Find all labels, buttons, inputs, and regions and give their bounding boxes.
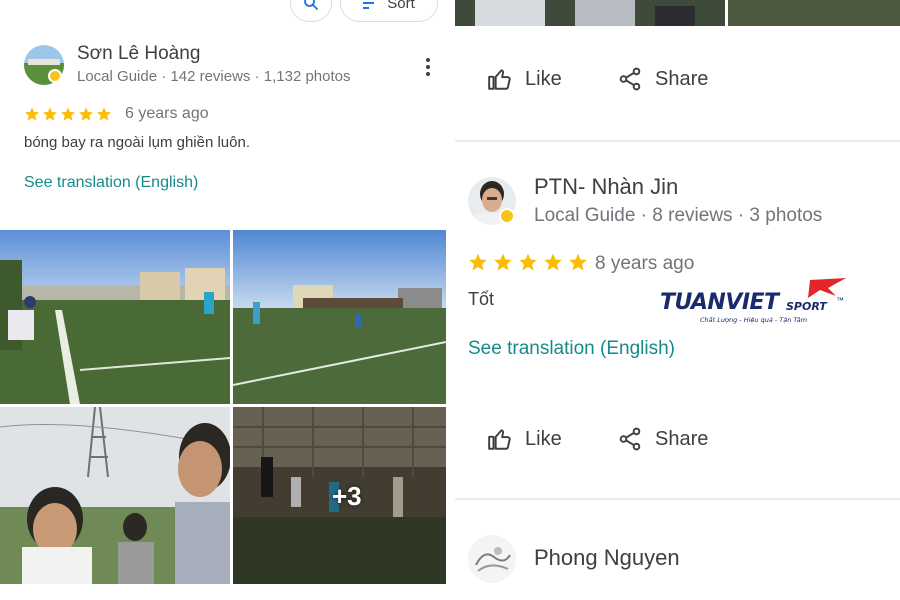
reviewer-name[interactable]: Phong Nguyen	[534, 545, 680, 571]
star-icon	[494, 253, 512, 271]
brand-watermark-logo: TUANVIET SPORT ™ Chất Lượng - Hiệu quả -…	[660, 278, 850, 328]
reviewer-name[interactable]: Sơn Lê Hoàng	[77, 43, 200, 65]
brand-sub: SPORT	[786, 300, 827, 313]
share-button[interactable]: Share	[617, 426, 708, 452]
thumbs-up-icon	[488, 69, 511, 90]
local-guide-badge	[499, 208, 515, 224]
review-divider	[455, 498, 900, 500]
reviewer-meta: Local Guide · 8 reviews · 3 photos	[534, 205, 823, 226]
star-icon	[569, 253, 587, 271]
thumbs-up-icon	[488, 429, 511, 450]
review-text: Tốt	[468, 289, 495, 309]
star-rating	[24, 106, 112, 122]
review-photo[interactable]	[0, 407, 230, 584]
share-button[interactable]: Share	[617, 66, 708, 92]
star-icon	[519, 253, 537, 271]
star-icon	[97, 107, 111, 121]
local-guide-badge	[48, 69, 62, 83]
more-photos-count[interactable]: +3	[332, 481, 362, 512]
reviewer-name[interactable]: PTN- Nhàn Jin	[534, 174, 678, 200]
sort-button[interactable]: Sort	[340, 0, 438, 22]
review-photo[interactable]	[0, 230, 230, 404]
share-label: Share	[655, 67, 709, 90]
brand-tagline: Chất Lượng - Hiệu quả - Tận Tâm	[700, 316, 808, 324]
sort-icon	[363, 2, 375, 9]
brand-tm: ™	[836, 296, 844, 305]
brand-name: TUANVIET	[660, 290, 779, 315]
review-photo[interactable]	[728, 0, 900, 26]
share-icon	[619, 67, 641, 91]
review-photo[interactable]	[455, 0, 725, 26]
sort-label: Sort	[387, 0, 415, 12]
star-icon	[43, 107, 57, 121]
star-icon	[61, 107, 75, 121]
panel-gutter	[446, 0, 455, 600]
left-review-panel: Sort Sơn Lê Hoàng Local Guide · 142 revi…	[0, 0, 446, 600]
more-options-icon[interactable]	[420, 56, 436, 78]
search-reviews-button[interactable]	[290, 0, 332, 22]
like-label: Like	[525, 67, 562, 90]
like-label: Like	[525, 427, 562, 450]
review-date: 8 years ago	[595, 253, 695, 274]
review-date: 6 years ago	[125, 105, 209, 122]
review-text: bóng bay ra ngoài lụm ghiền luôn.	[24, 134, 250, 151]
review-photo[interactable]	[233, 230, 446, 404]
star-icon	[25, 107, 39, 121]
review-divider	[455, 140, 900, 142]
star-icon	[79, 107, 93, 121]
see-translation-link[interactable]: See translation (English)	[24, 174, 198, 192]
share-label: Share	[655, 427, 709, 450]
star-icon	[469, 253, 487, 271]
like-button[interactable]: Like	[487, 66, 562, 92]
reviewer-meta: Local Guide · 142 reviews · 1,132 photos	[77, 68, 351, 85]
star-icon	[544, 253, 562, 271]
reviewer-avatar[interactable]	[468, 535, 516, 583]
search-icon	[304, 0, 318, 10]
share-icon	[619, 427, 641, 451]
star-rating	[468, 252, 588, 272]
like-button[interactable]: Like	[487, 426, 562, 452]
see-translation-link[interactable]: See translation (English)	[468, 338, 675, 360]
